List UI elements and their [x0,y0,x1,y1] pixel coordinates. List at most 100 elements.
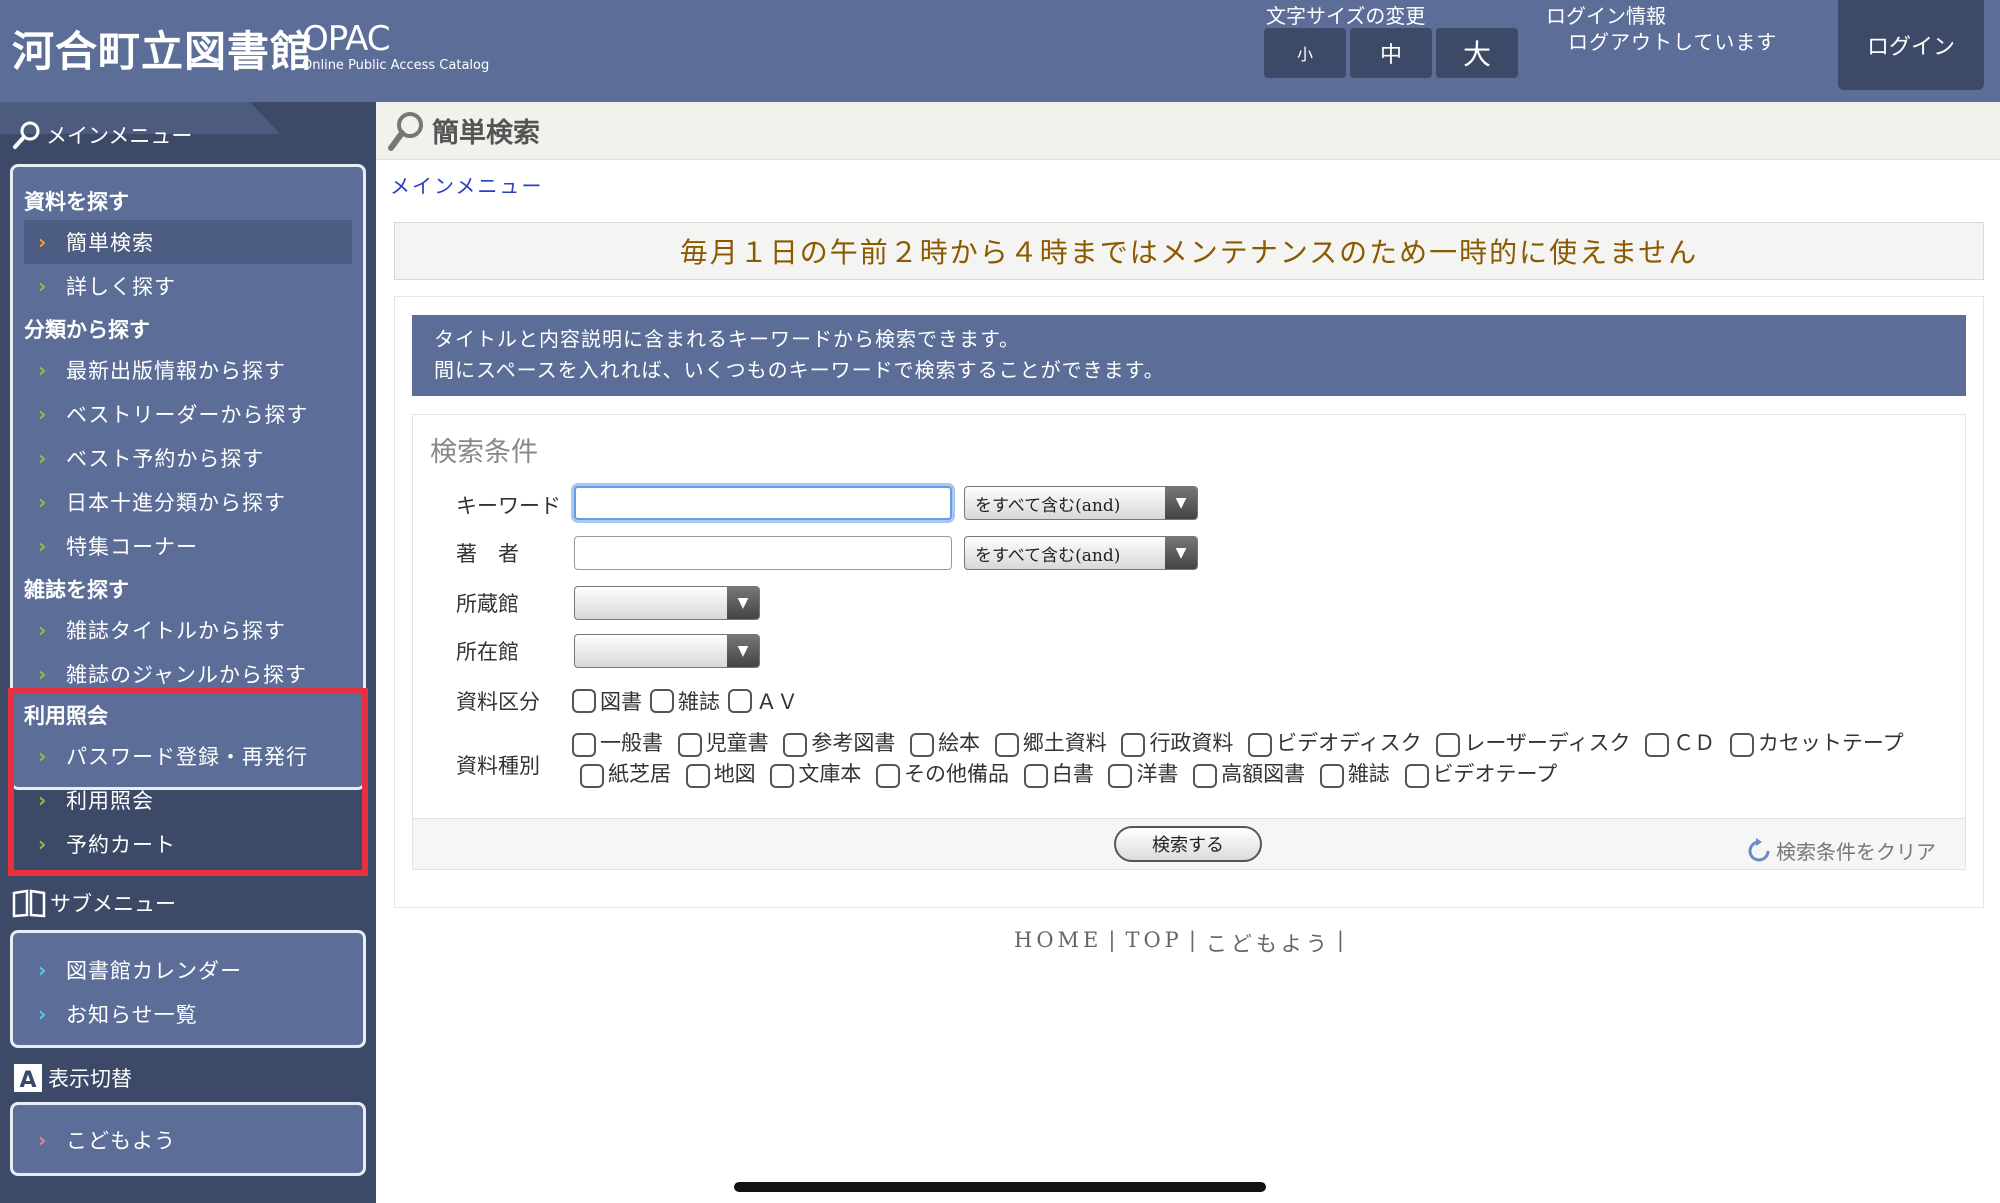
maintenance-notice: 毎月１日の午前２時から４時まではメンテナンスのため一時的に使えません [394,222,1984,280]
sidebar-item-simple-search[interactable]: › 簡単検索 [24,220,352,264]
sidebar-item-best-reserve[interactable]: › ベスト予約から探す [24,436,352,480]
type-option: 一般書 [572,731,663,757]
font-size-large-button[interactable]: 大 [1436,28,1518,78]
sidebar-item-news[interactable]: › お知らせ一覧 [24,992,352,1036]
type-checkbox[interactable] [770,763,795,788]
type-label: 白書 [1051,762,1094,786]
chevron-right-icon: › [38,446,48,470]
book-icon [12,889,46,918]
main-content: 簡単検索 メインメニュー 毎月１日の午前２時から４時まではメンテナンスのため一時… [376,102,2000,1203]
type-checkbox[interactable] [1193,763,1218,788]
main-menu-label: メインメニュー [46,124,193,148]
type-checkbox[interactable] [1729,732,1754,757]
sidebar-item-label: 日本十進分類から探す [66,491,286,515]
type-option: ビデオテープ [1397,762,1557,788]
type-checkbox[interactable] [1645,732,1670,757]
clear-conditions-link[interactable]: 検索条件をクリア [1746,836,1936,865]
checkbox-magazine[interactable] [650,689,674,713]
search-icon [13,121,40,149]
type-label: 文庫本 [798,762,862,786]
type-checkbox[interactable] [1319,763,1344,788]
type-option: 白書 [1016,762,1094,788]
sidebar-item-ndc[interactable]: › 日本十進分類から探す [24,480,352,524]
sidebar: メインメニュー 資料を探す › 簡単検索 › 詳しく探す 分類から探す › 最新出版情… [0,102,376,1203]
dropdown-arrow-icon: ▼ [727,587,759,619]
type-label: 参考図書 [811,731,896,755]
checkbox-av[interactable] [728,689,752,713]
type-checkbox[interactable] [910,732,935,757]
keyword-input[interactable] [574,486,952,520]
chevron-right-icon: › [38,534,48,558]
material-class-options: 図書 雑誌 ＡＶ [572,686,798,716]
location-library-select[interactable]: ▼ [574,634,760,668]
sidebar-item-mag-title[interactable]: › 雑誌タイトルから探す [24,608,352,652]
type-label: 絵本 [938,731,981,755]
sidebar-item-label: 雑誌タイトルから探す [66,619,286,643]
holding-library-label: 所蔵館 [456,592,519,616]
type-label: その他備品 [904,762,1010,786]
sidebar-item-special[interactable]: › 特集コーナー [24,524,352,568]
category-find: 資料を探す [24,189,129,214]
sidebar-item-detailed-search[interactable]: › 詳しく探す [24,264,352,308]
type-checkbox[interactable] [685,763,710,788]
footer-top-link[interactable]: TOP [1125,928,1182,958]
type-checkbox[interactable] [1121,732,1146,757]
author-mode-select[interactable]: をすべて含む(and) ▼ [964,536,1198,570]
type-checkbox[interactable] [1108,763,1133,788]
sidebar-item-label: 簡単検索 [66,231,154,255]
sidebar-item-label: ベストリーダーから探す [66,403,309,427]
type-checkbox[interactable] [677,732,702,757]
type-checkbox[interactable] [994,732,1019,757]
type-label: 一般書 [600,731,663,755]
type-option: 紙芝居 [572,762,671,788]
login-info-label: ログイン情報 [1546,4,1666,28]
footer-kids-link[interactable]: こどもよう [1206,928,1331,958]
keyword-label: キーワード [456,494,561,518]
home-indicator [734,1182,1266,1192]
page-title: 簡単検索 [432,118,540,149]
sidebar-item-latest-pub[interactable]: › 最新出版情報から探す [24,348,352,392]
chevron-right-icon: › [38,958,48,982]
type-checkbox[interactable] [1023,763,1048,788]
type-checkbox[interactable] [783,732,808,757]
chevron-right-icon: › [38,1128,48,1152]
sidebar-item-label: ベスト予約から探す [66,447,265,471]
search-help-box: タイトルと内容説明に含まれるキーワードから検索できます。 間にスペースを入れれば… [412,315,1966,396]
search-button[interactable]: 検索する [1114,826,1262,862]
type-option: その他備品 [868,762,1010,788]
type-checkbox[interactable] [1248,732,1273,757]
keyword-mode-select[interactable]: をすべて含む(and) ▼ [964,486,1198,520]
breadcrumb-main-menu[interactable]: メインメニュー [390,170,543,199]
chevron-right-icon: › [38,618,48,642]
holding-library-select[interactable]: ▼ [574,586,760,620]
type-label: 児童書 [705,731,769,755]
checkbox-av-label: ＡＶ [756,690,798,714]
sidebar-item-best-reader[interactable]: › ベストリーダーから探す [24,392,352,436]
location-library-label: 所在館 [456,640,519,664]
type-label: ビデオディスク [1276,731,1422,755]
sub-menu-heading: サブメニュー [12,888,176,918]
type-label: 地図 [713,762,756,786]
chevron-right-icon: › [38,662,48,686]
opac-logo: OPAC Online Public Access Catalog [302,22,489,73]
chevron-right-icon: › [38,230,48,254]
author-input[interactable] [574,536,952,570]
font-size-small-button[interactable]: 小 [1264,28,1346,78]
login-button[interactable]: ログイン [1838,0,1984,90]
checkbox-book[interactable] [572,689,596,713]
type-checkbox[interactable] [1404,763,1429,788]
type-checkbox[interactable] [580,763,604,788]
site-title[interactable]: 河合町立図書館 [12,18,313,79]
type-option: ＣＤ [1637,731,1715,757]
sidebar-item-label: 特集コーナー [66,535,198,559]
sidebar-item-label: こどもよう [66,1129,176,1153]
sidebar-item-calendar[interactable]: › 図書館カレンダー [24,948,352,992]
page-header: 簡単検索 [376,102,2000,160]
svg-text:A: A [19,1068,36,1093]
sidebar-item-kids[interactable]: › こどもよう [24,1118,352,1162]
type-checkbox[interactable] [1436,732,1461,757]
type-checkbox[interactable] [876,763,901,788]
type-checkbox[interactable] [572,732,596,757]
font-size-medium-button[interactable]: 中 [1350,28,1432,78]
footer-home-link[interactable]: HOME [1014,928,1102,958]
